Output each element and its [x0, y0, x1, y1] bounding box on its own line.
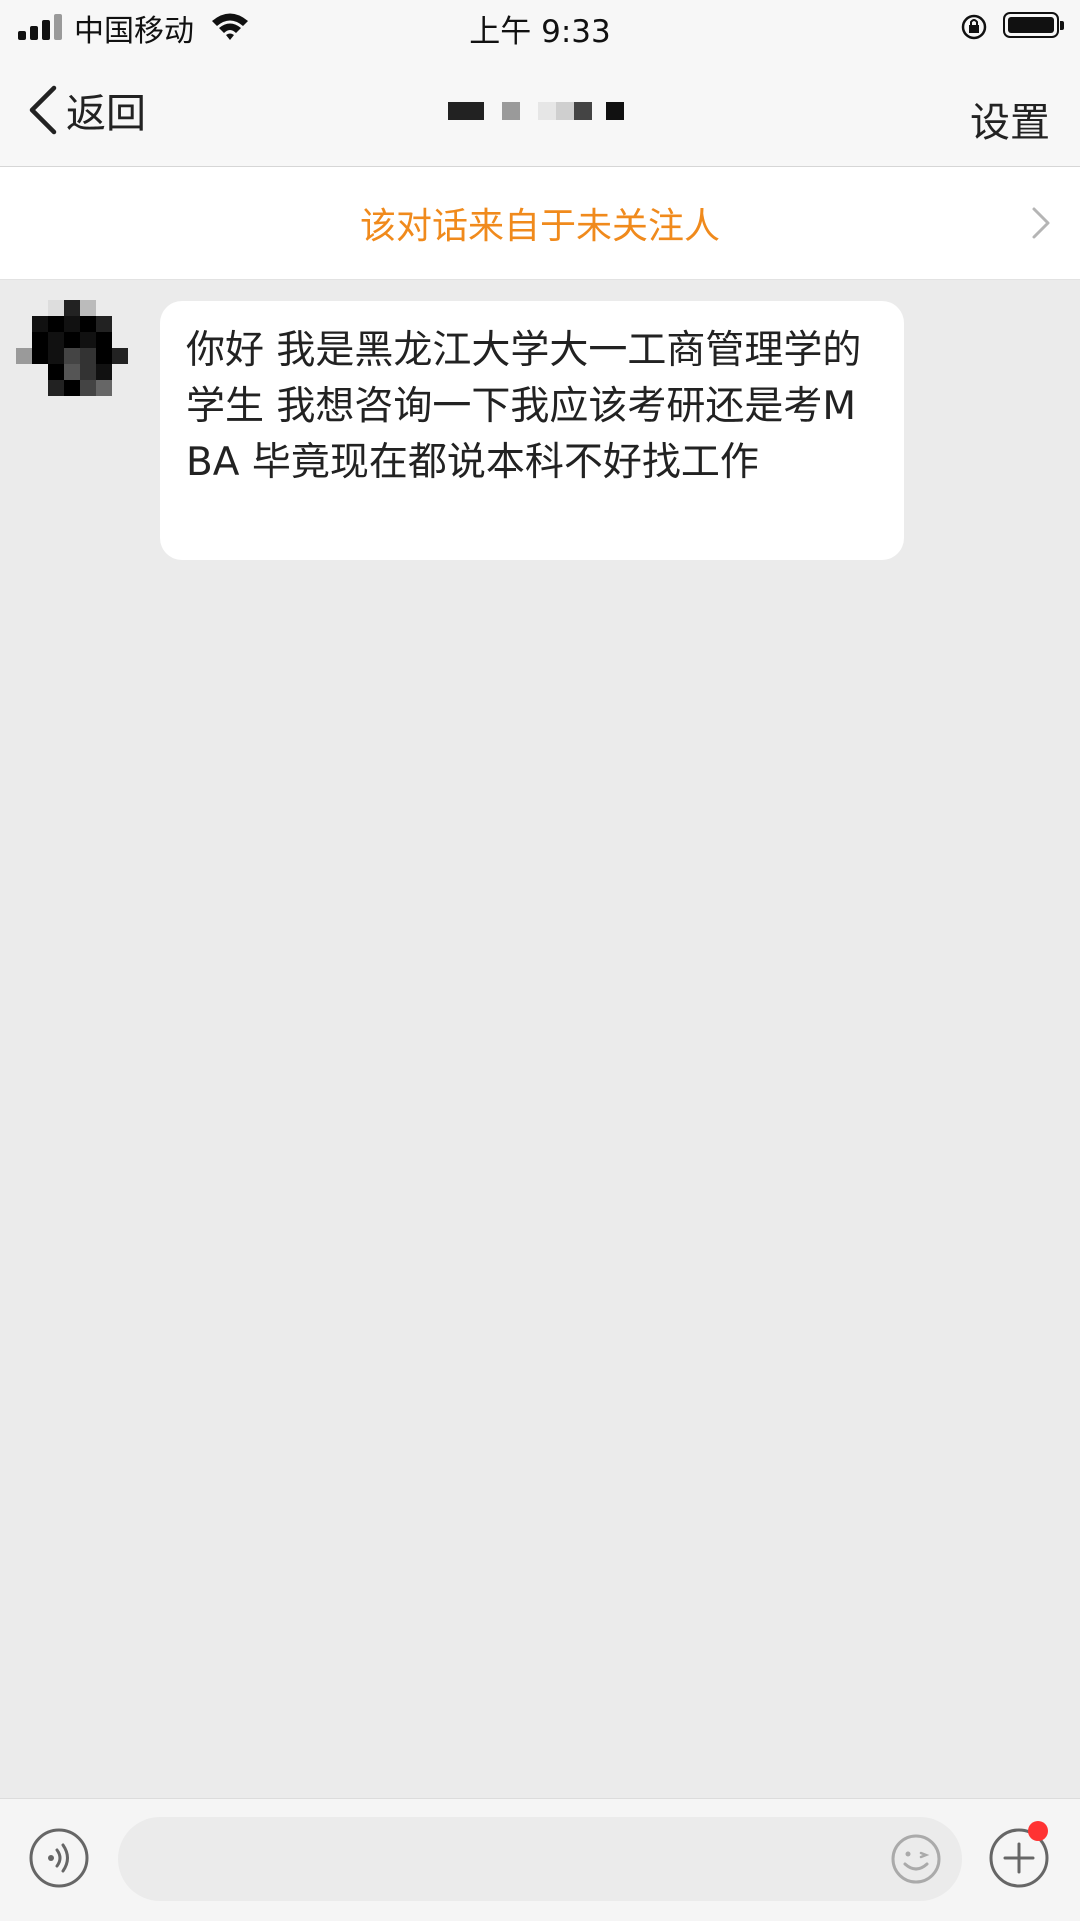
voice-icon[interactable] [28, 1827, 90, 1889]
input-bar [0, 1798, 1080, 1921]
message-text: 你好 我是黑龙江大学大一工商管理学的学生 我想咨询一下我应该考研还是考MBA 毕… [186, 328, 862, 485]
sender-avatar[interactable] [16, 292, 142, 404]
rotation-lock-icon [961, 14, 987, 40]
message-input[interactable] [118, 1817, 962, 1901]
chevron-left-icon [29, 85, 57, 135]
stranger-notice-banner[interactable]: 该对话来自于未关注人 [0, 167, 1080, 280]
top-bar: 中国移动 上午 9:33 返回 设置 [0, 0, 1080, 167]
navigation-bar: 返回 设置 [0, 54, 1080, 166]
message-bubble[interactable]: 你好 我是黑龙江大学大一工商管理学的学生 我想咨询一下我应该考研还是考MBA 毕… [160, 301, 904, 560]
stranger-notice-text: 该对话来自于未关注人 [359, 206, 720, 247]
status-time: 上午 9:33 [469, 14, 611, 50]
censored-title [448, 102, 624, 120]
back-button[interactable]: 返回 [26, 82, 146, 138]
settings-button[interactable]: 设置 [970, 90, 1050, 148]
chevron-right-icon [1032, 207, 1050, 239]
battery-icon [1003, 12, 1064, 38]
back-label: 返回 [66, 91, 146, 137]
status-bar: 中国移动 上午 9:33 [0, 0, 1080, 54]
emoji-icon[interactable] [890, 1833, 942, 1885]
notification-badge [1028, 1821, 1048, 1841]
